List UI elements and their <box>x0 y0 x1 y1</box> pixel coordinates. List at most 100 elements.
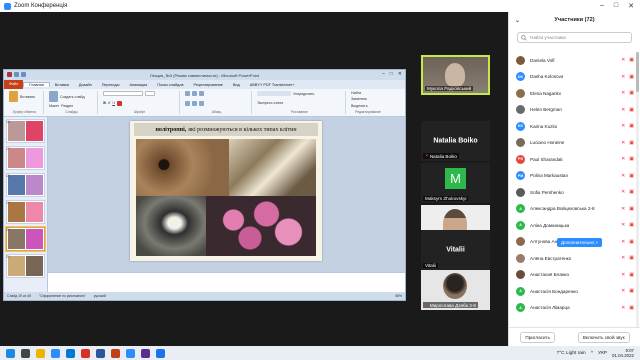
paste-label[interactable]: Вставить <box>20 95 35 99</box>
video-off-icon[interactable]: ▣ <box>629 206 634 212</box>
mic-off-icon[interactable]: ✕ <box>621 239 625 245</box>
unmute-me-button[interactable]: Включить свой звук <box>577 331 630 343</box>
slide-thumbnail[interactable]: 18 <box>6 173 45 197</box>
tab-animation[interactable]: Анимация <box>125 83 153 87</box>
video-tile-name-only[interactable]: Natalia Boiko ✕ Natalia Boiko <box>421 121 490 161</box>
new-slide-icon[interactable] <box>49 91 58 102</box>
participant-row[interactable]: KK Karina Kuzko ✕ ▣ <box>509 118 640 135</box>
mic-off-icon[interactable]: ✕ <box>621 173 625 179</box>
video-off-icon[interactable]: ▣ <box>629 239 634 245</box>
taskbar-app-icon[interactable] <box>81 348 90 358</box>
participant-row[interactable]: Алтунова Анаст... ✕ ▣ Дополнительно > <box>509 234 640 251</box>
slide-thumbnail[interactable]: 21 <box>6 254 45 278</box>
mic-off-icon[interactable]: ✕ <box>621 107 625 113</box>
video-off-icon[interactable]: ▣ <box>629 305 634 311</box>
participant-row[interactable]: Luciano Honeine ✕ ▣ <box>509 135 640 152</box>
font-name-select[interactable] <box>103 91 143 96</box>
tab-slideshow[interactable]: Показ слайдов <box>152 83 188 87</box>
video-off-icon[interactable]: ▣ <box>629 255 634 261</box>
quick-styles-button[interactable]: Экспресс-стили <box>257 101 283 105</box>
participant-row[interactable]: Анастасия Бланко ✕ ▣ <box>509 267 640 284</box>
slide-thumbnail-selected[interactable]: 20 <box>6 227 45 251</box>
video-off-icon[interactable]: ▣ <box>629 90 634 96</box>
taskbar-app-icon[interactable] <box>51 348 60 358</box>
close-icon[interactable]: ✕ <box>628 2 634 10</box>
shapes-gallery[interactable] <box>257 91 291 96</box>
taskbar-app-icon[interactable] <box>126 348 135 358</box>
video-tile-active-speaker[interactable]: Мукола Радковський <box>421 55 490 95</box>
mic-off-icon[interactable]: ✕ <box>621 57 625 63</box>
paste-icon[interactable] <box>9 91 18 102</box>
participants-scrollbar[interactable] <box>636 52 639 327</box>
participant-row[interactable]: Elena Naganko ✕ ▣ <box>509 85 640 102</box>
video-off-icon[interactable]: ▣ <box>629 57 634 63</box>
quick-access-toolbar[interactable] <box>7 72 26 77</box>
mic-off-icon[interactable]: ✕ <box>621 156 625 162</box>
current-slide[interactable]: політропні, які розмножуються в кількох … <box>130 121 322 261</box>
tab-review[interactable]: Рецензирование <box>188 83 227 87</box>
participant-row[interactable]: A Анастасія Лімарца ✕ ▣ <box>509 300 640 317</box>
find-button[interactable]: Найти <box>351 91 361 95</box>
tab-abbyy[interactable]: ABBYY PDF Transformer+ <box>245 83 300 87</box>
mic-off-icon[interactable]: ✕ <box>621 189 625 195</box>
align-right-icon[interactable] <box>199 100 204 106</box>
shared-powerpoint-window[interactable]: Лекция_№3 (Режим совместимости) - Micros… <box>3 69 406 301</box>
mic-off-icon[interactable]: ✕ <box>621 272 625 278</box>
video-off-icon[interactable]: ▣ <box>629 272 634 278</box>
align-left-icon[interactable] <box>185 100 190 106</box>
taskbar-app-icon[interactable] <box>111 348 120 358</box>
speaker-notes-area[interactable] <box>48 272 405 293</box>
mic-off-icon[interactable]: ✕ <box>621 140 625 146</box>
mic-off-icon[interactable]: ✕ <box>621 222 625 228</box>
bullets-icon[interactable] <box>185 91 190 96</box>
video-tile-photo[interactable]: ✕ Мирослава Дзяба 2-8 <box>421 270 490 310</box>
align-center-icon[interactable] <box>192 100 197 106</box>
video-off-icon[interactable]: ▣ <box>629 222 634 228</box>
slide-thumbnail[interactable]: 19 <box>6 200 45 224</box>
font-size-select[interactable] <box>145 91 155 96</box>
participant-row[interactable]: DK Dasha Kolosova ✕ ▣ <box>509 69 640 86</box>
bold-icon[interactable]: Ж <box>103 101 106 105</box>
underline-icon[interactable]: Ч <box>112 101 114 105</box>
tab-home[interactable]: Главная <box>23 82 50 87</box>
language-indicator[interactable]: УКР <box>598 351 607 356</box>
tab-file[interactable]: Файл <box>4 80 24 89</box>
zoom-level[interactable]: 58% <box>395 294 402 298</box>
slide-thumbnail[interactable]: 16 <box>6 119 45 143</box>
ppt-maximize-icon[interactable]: □ <box>390 71 393 77</box>
numbering-icon[interactable] <box>192 91 197 96</box>
mic-off-icon[interactable]: ✕ <box>621 305 625 311</box>
participant-row[interactable]: Sofia Pershenko ✕ ▣ <box>509 184 640 201</box>
video-tile-name-only[interactable]: Vitalii Vitalii <box>421 230 490 270</box>
chevron-down-icon[interactable]: ⌄ <box>515 17 520 24</box>
video-off-icon[interactable]: ▣ <box>629 189 634 195</box>
taskbar-app-icon[interactable] <box>21 348 30 358</box>
tab-view[interactable]: Вид <box>228 83 245 87</box>
video-off-icon[interactable]: ▣ <box>629 107 634 113</box>
mic-off-icon[interactable]: ✕ <box>621 123 625 129</box>
undo-icon[interactable] <box>21 72 26 77</box>
video-off-icon[interactable]: ▣ <box>629 140 634 146</box>
taskbar-app-icon[interactable] <box>141 348 150 358</box>
participant-row[interactable]: PM Polina Markaustan ✕ ▣ <box>509 168 640 185</box>
maximize-icon[interactable]: □ <box>614 2 618 10</box>
video-tile-avatar[interactable]: M Maksym Zhukovskyi <box>421 163 490 203</box>
save-icon[interactable] <box>14 72 19 77</box>
scrollbar-thumb[interactable] <box>636 52 639 92</box>
video-off-icon[interactable]: ▣ <box>629 123 634 129</box>
font-color-icon[interactable] <box>116 100 122 106</box>
arrange-button[interactable]: Упорядочить <box>293 92 314 96</box>
layout-button[interactable]: Макет <box>49 104 59 108</box>
participant-row[interactable]: A Аліна Доманицька ✕ ▣ <box>509 217 640 234</box>
participant-search-input[interactable]: Найти участника <box>517 32 632 43</box>
taskbar-app-icon[interactable] <box>156 348 165 358</box>
participant-row[interactable]: A Анастасія Бондаренко ✕ ▣ <box>509 283 640 300</box>
participant-row[interactable]: Daniela Volf ✕ ▣ <box>509 52 640 69</box>
minimize-icon[interactable]: – <box>600 2 604 10</box>
ppt-minimize-icon[interactable]: – <box>382 71 385 77</box>
video-off-icon[interactable]: ▣ <box>629 288 634 294</box>
participant-row[interactable]: Алёна Евстратенко ✕ ▣ <box>509 250 640 267</box>
italic-icon[interactable]: К <box>108 101 110 105</box>
participant-row[interactable]: A Александра Войцеховська 2-8 ✕ ▣ <box>509 201 640 218</box>
mic-off-icon[interactable]: ✕ <box>621 90 625 96</box>
